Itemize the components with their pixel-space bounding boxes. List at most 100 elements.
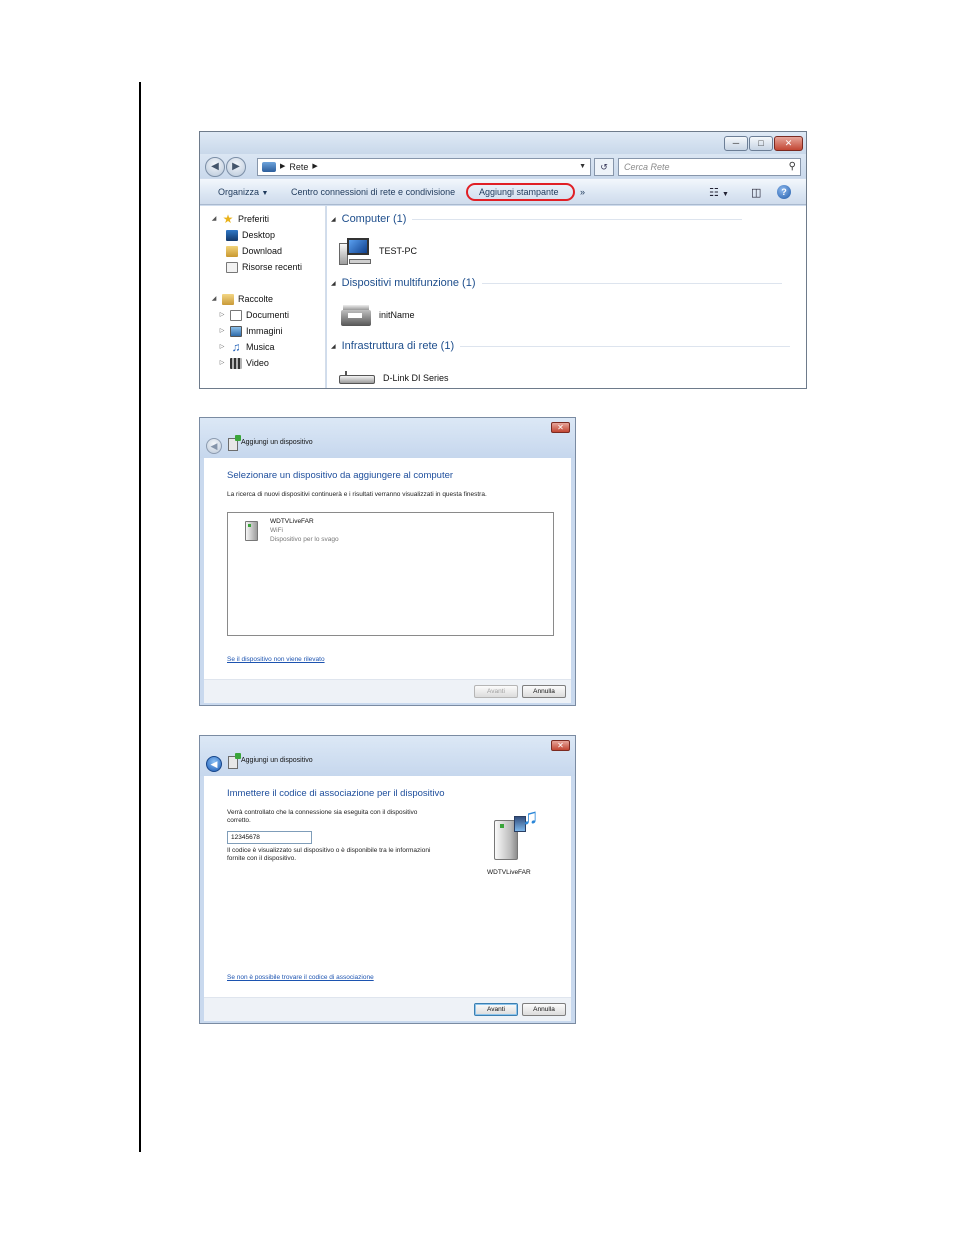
nav-music-label: Musica <box>246 342 275 352</box>
code-not-found-link[interactable]: Se non è possibile trovare il codice di … <box>227 974 374 981</box>
media-player-icon: ♫ <box>490 806 544 868</box>
pairing-code-input[interactable]: 12345678 <box>227 831 312 844</box>
documents-icon <box>230 309 242 321</box>
nav-favorites[interactable]: ◢ ★ Preferiti <box>210 212 269 226</box>
verification-text-line1: Verrà controllato che la connessione sia… <box>227 809 418 816</box>
change-view-button[interactable]: ☷ ▼ <box>709 186 729 199</box>
group-header-infrastructure[interactable]: ◢ Infrastruttura di rete (1) <box>331 339 791 353</box>
device-label: WDTVLiveFAR <box>487 869 531 876</box>
nav-download[interactable]: Download <box>226 244 282 258</box>
add-device-dialog-select: ✕ ◀ Aggiungi un dispositivo Selezionare … <box>199 417 576 706</box>
device-name: WDTVLiveFAR <box>270 518 314 525</box>
expanded-triangle-icon[interactable]: ◢ <box>210 292 218 306</box>
expanded-triangle-icon[interactable]: ◢ <box>210 212 218 226</box>
breadcrumb-rete[interactable]: Rete <box>289 159 308 175</box>
preview-pane-icon: ◫ <box>751 187 762 199</box>
navigation-pane: ◢ ★ Preferiti Desktop Download Risorse rec… <box>200 206 326 388</box>
nav-music[interactable]: ▷ ♫ Musica <box>218 340 275 354</box>
expanded-triangle-icon: ◢ <box>331 280 336 287</box>
network-icon <box>262 162 276 172</box>
search-input[interactable]: Cerca Rete ⚲ <box>618 158 801 176</box>
add-device-icon <box>228 435 241 451</box>
router-icon <box>339 371 377 385</box>
dialog-footer: Avanti Annulla <box>204 997 571 1021</box>
images-icon <box>230 325 242 337</box>
group-header-computer[interactable]: ◢ Computer (1) <box>331 212 743 226</box>
dialog-description: La ricerca di nuovi dispositivi continue… <box>227 491 487 498</box>
recent-places-icon <box>226 261 238 273</box>
nav-libraries-label: Raccolte <box>238 294 274 304</box>
collapsed-triangle-icon[interactable]: ▷ <box>218 308 226 322</box>
nav-favorites-label: Preferiti <box>238 214 270 224</box>
next-button[interactable]: Avanti <box>474 1003 518 1016</box>
nav-desktop[interactable]: Desktop <box>226 228 275 242</box>
nav-video-label: Video <box>246 358 269 368</box>
device-item-multifunction[interactable]: initName <box>339 300 415 330</box>
preview-pane-button[interactable]: ◫ <box>751 186 761 199</box>
group-divider <box>460 345 791 347</box>
device-category: Dispositivo per lo svago <box>270 536 339 543</box>
star-icon: ★ <box>222 211 234 226</box>
more-commands-button[interactable]: » <box>580 179 585 205</box>
maximize-button[interactable]: □ <box>749 136 773 151</box>
search-icon[interactable]: ⚲ <box>789 159 796 175</box>
network-center-button[interactable]: Centro connessioni di rete e condivision… <box>291 179 455 205</box>
view-list-icon: ☷ <box>709 187 719 199</box>
add-printer-button[interactable]: Aggiungi stampante <box>479 179 559 205</box>
device-list[interactable]: WDTVLiveFAR WiFi Dispositivo per lo svag… <box>227 512 554 636</box>
back-button[interactable]: ◀ <box>206 756 222 772</box>
breadcrumb-chevron-icon[interactable]: ▶ <box>312 159 317 175</box>
close-button[interactable]: ✕ <box>774 136 803 151</box>
device-list-item[interactable]: WDTVLiveFAR WiFi Dispositivo per lo svag… <box>242 517 339 544</box>
next-button[interactable]: Avanti <box>474 685 518 698</box>
chevron-down-icon: ▼ <box>721 191 729 198</box>
nav-video[interactable]: ▷ Video <box>218 356 269 370</box>
nav-images[interactable]: ▷ Immagini <box>218 324 283 338</box>
nav-libraries[interactable]: ◢ Raccolte <box>210 292 273 306</box>
address-dropdown-icon[interactable]: ▼ <box>579 159 586 175</box>
margin-rule <box>139 82 141 1152</box>
address-bar[interactable]: ▶ Rete ▶ ▼ <box>257 158 591 176</box>
chevron-down-icon: ▼ <box>261 190 269 197</box>
group-header-multifunction[interactable]: ◢ Dispositivi multifunzione (1) <box>331 276 782 290</box>
group-divider <box>412 218 743 220</box>
group-label: Dispositivi multifunzione (1) <box>341 277 476 289</box>
collapsed-triangle-icon[interactable]: ▷ <box>218 324 226 338</box>
device-connection-type: WiFi <box>270 527 283 534</box>
manual-page: ─ □ ✕ ◀ ▶ ▶ Rete ▶ ▼ ↺ Cerca Rete ⚲ Orga… <box>0 0 954 1235</box>
device-item-computer[interactable]: TEST-PC <box>339 236 417 266</box>
device-not-detected-link[interactable]: Se il dispositivo non viene rilevato <box>227 656 325 663</box>
arrow-left-icon: ◀ <box>211 161 219 172</box>
desktop-icon <box>226 229 238 241</box>
help-icon[interactable]: ? <box>777 185 791 199</box>
dialog-heading: Selezionare un dispositivo da aggiungere… <box>227 470 454 481</box>
close-button[interactable]: ✕ <box>551 740 570 751</box>
back-button[interactable]: ◀ <box>205 157 225 177</box>
refresh-button[interactable]: ↺ <box>594 158 614 176</box>
nav-recent[interactable]: Risorse recenti <box>226 260 302 274</box>
minimize-button[interactable]: ─ <box>724 136 748 151</box>
libraries-icon <box>222 293 234 305</box>
group-label: Infrastruttura di rete (1) <box>341 340 455 352</box>
collapsed-triangle-icon[interactable]: ▷ <box>218 340 226 354</box>
search-placeholder: Cerca Rete <box>624 162 670 172</box>
title-bar: ─ □ ✕ <box>200 132 806 154</box>
cancel-button[interactable]: Annulla <box>522 685 566 698</box>
dialog-title-bar: ✕ ◀ Aggiungi un dispositivo <box>200 736 575 776</box>
collapsed-triangle-icon[interactable]: ▷ <box>218 356 226 370</box>
nav-documents[interactable]: ▷ Documenti <box>218 308 289 322</box>
organize-menu[interactable]: Organizza ▼ <box>218 179 268 205</box>
close-button[interactable]: ✕ <box>551 422 570 433</box>
cancel-button[interactable]: Annulla <box>522 1003 566 1016</box>
nav-desktop-label: Desktop <box>242 230 276 240</box>
device-name: TEST-PC <box>379 246 418 256</box>
back-button[interactable]: ◀ <box>206 438 222 454</box>
forward-button[interactable]: ▶ <box>226 157 246 177</box>
arrow-left-icon: ◀ <box>210 759 218 769</box>
download-folder-icon <box>226 245 238 257</box>
expanded-triangle-icon: ◢ <box>331 343 336 350</box>
arrow-left-icon: ◀ <box>210 441 218 451</box>
group-label: Computer (1) <box>341 213 407 225</box>
device-item-router[interactable]: D-Link DI Series <box>339 367 449 388</box>
media-player-icon <box>242 517 264 543</box>
